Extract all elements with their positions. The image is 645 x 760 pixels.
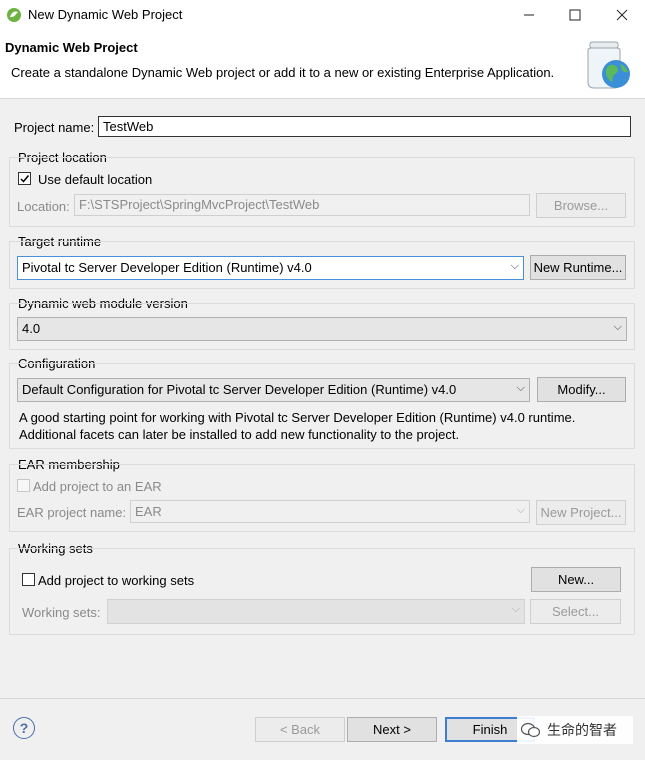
maximize-icon	[569, 9, 581, 21]
add-to-ear-checkbox[interactable]	[17, 479, 30, 492]
help-icon[interactable]: ?	[13, 717, 35, 739]
ear-project-name-value: EAR	[135, 504, 162, 519]
window-title: New Dynamic Web Project	[28, 7, 183, 22]
chevron-down-icon: ⌵	[510, 260, 519, 272]
chevron-down-icon: ⌵	[516, 504, 525, 516]
chevron-down-icon: ⌵	[613, 321, 622, 333]
back-button[interactable]: < Back	[255, 717, 345, 742]
add-to-ear-label: Add project to an EAR	[33, 479, 162, 494]
chevron-down-icon: ⌵	[511, 603, 520, 615]
close-icon	[616, 9, 628, 21]
watermark-text: 生命的智者	[547, 723, 617, 739]
wizard-banner: Dynamic Web Project Create a standalone …	[0, 30, 645, 99]
checkmark-icon	[20, 175, 30, 183]
location-input[interactable]: F:\STSProject\SpringMvcProject\TestWeb	[74, 194, 530, 216]
configuration-description-line1: A good starting point for working with P…	[19, 410, 576, 425]
configuration-description-line2: Additional facets can later be installed…	[19, 427, 460, 442]
chat-bubbles-icon	[521, 722, 541, 738]
new-runtime-button[interactable]: New Runtime...	[530, 255, 626, 280]
web-module-version-select[interactable]: 4.0 ⌵	[17, 317, 627, 341]
ear-project-name-label: EAR project name:	[17, 505, 127, 520]
title-bar: New Dynamic Web Project	[0, 0, 645, 30]
new-ear-project-button[interactable]: New Project...	[536, 500, 626, 525]
use-default-location-checkbox[interactable]	[18, 172, 31, 185]
ear-project-name-select[interactable]: EAR ⌵	[130, 500, 530, 523]
configuration-value: Default Configuration for Pivotal tc Ser…	[22, 382, 457, 397]
modify-button[interactable]: Modify...	[537, 377, 626, 402]
new-working-set-button[interactable]: New...	[531, 567, 621, 592]
use-default-location-label: Use default location	[38, 172, 153, 187]
maximize-button[interactable]	[552, 0, 598, 30]
project-name-input[interactable]: TestWeb	[98, 116, 631, 137]
location-label: Location:	[17, 199, 70, 214]
browse-button[interactable]: Browse...	[536, 193, 626, 218]
minimize-button[interactable]	[506, 0, 552, 30]
next-button[interactable]: Next >	[347, 717, 437, 742]
target-runtime-value: Pivotal tc Server Developer Edition (Run…	[22, 260, 312, 275]
chevron-down-icon: ⌵	[516, 382, 525, 394]
minimize-icon	[524, 14, 534, 16]
project-name-label: Project name:	[14, 120, 95, 135]
wizard-description: Create a standalone Dynamic Web project …	[11, 65, 555, 80]
web-project-jar-globe-icon	[587, 41, 630, 89]
working-sets-label: Working sets:	[22, 605, 101, 620]
target-runtime-select[interactable]: Pivotal tc Server Developer Edition (Run…	[17, 256, 524, 280]
watermark: 生命的智者	[517, 716, 633, 744]
wizard-title: Dynamic Web Project	[5, 40, 138, 55]
add-to-working-sets-label: Add project to working sets	[38, 573, 195, 588]
select-working-sets-button[interactable]: Select...	[530, 599, 621, 624]
web-module-version-value: 4.0	[22, 321, 41, 336]
footer-separator	[0, 698, 645, 699]
working-sets-select[interactable]: ⌵	[107, 599, 525, 624]
add-to-working-sets-checkbox[interactable]	[22, 573, 35, 586]
close-button[interactable]	[599, 0, 645, 30]
configuration-select[interactable]: Default Configuration for Pivotal tc Ser…	[17, 378, 530, 402]
spring-app-icon	[7, 8, 21, 22]
